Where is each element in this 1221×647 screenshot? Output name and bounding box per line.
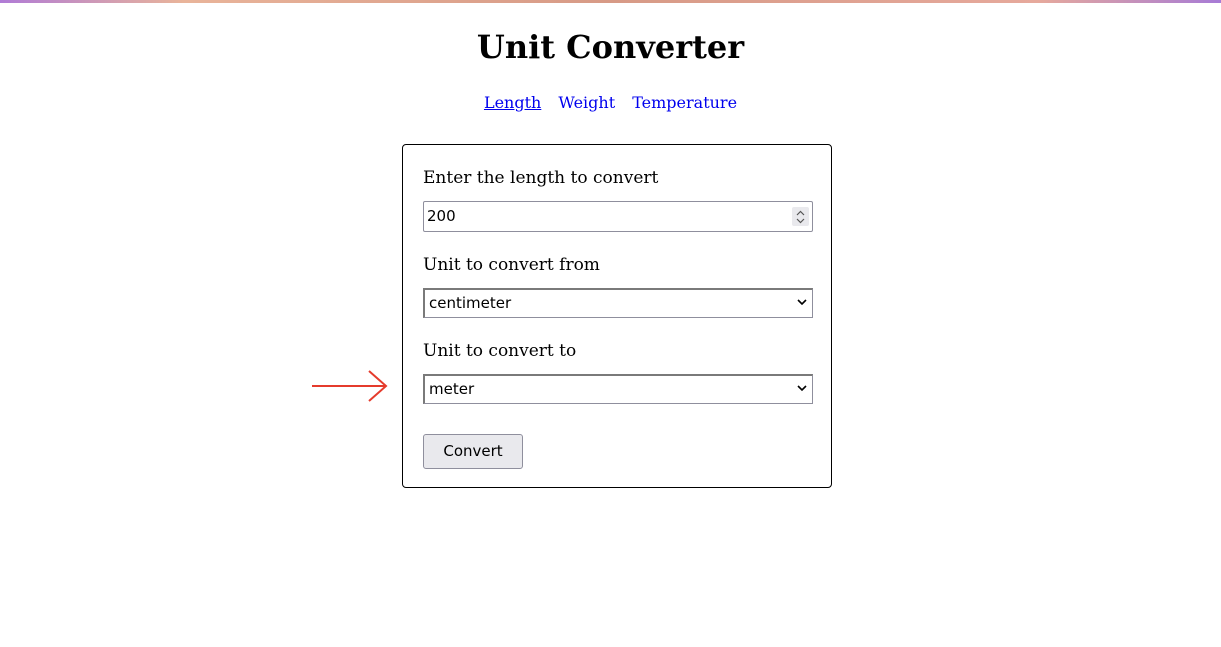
to-unit-select[interactable]: meter — [423, 374, 813, 404]
from-unit-select[interactable]: centimeter — [423, 288, 813, 318]
chevron-down-icon — [797, 385, 807, 392]
to-unit-value: meter — [429, 380, 475, 398]
chevron-down-icon — [797, 299, 807, 306]
spinner-down-icon[interactable] — [796, 218, 805, 224]
length-input-value: 200 — [427, 207, 456, 225]
converter-form: Enter the length to convert 200 Unit to … — [402, 144, 832, 488]
right-arrow-icon — [312, 370, 388, 402]
unit-type-nav: Length Weight Temperature — [0, 92, 1221, 114]
page-title: Unit Converter — [476, 28, 745, 66]
length-input[interactable]: 200 — [423, 201, 813, 232]
to-unit-label: Unit to convert to — [423, 341, 577, 361]
spinner-up-icon[interactable] — [796, 210, 805, 216]
browser-top-strip — [0, 0, 1221, 3]
length-label: Enter the length to convert — [423, 168, 659, 188]
from-unit-value: centimeter — [429, 294, 512, 312]
nav-link-temperature[interactable]: Temperature — [632, 93, 737, 112]
nav-link-weight[interactable]: Weight — [558, 93, 615, 112]
nav-link-length[interactable]: Length — [484, 93, 541, 112]
from-unit-label: Unit to convert from — [423, 255, 600, 275]
number-spinner[interactable] — [792, 207, 809, 226]
convert-button[interactable]: Convert — [423, 434, 523, 469]
